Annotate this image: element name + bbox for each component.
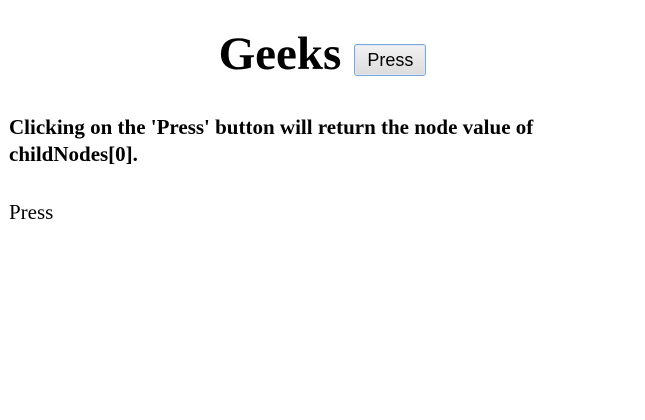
page-title: Geeks	[218, 28, 342, 80]
press-button[interactable]: Press	[354, 44, 427, 76]
output-text: Press	[9, 200, 54, 224]
instruction-text: Clicking on the 'Press' button will retu…	[9, 115, 534, 166]
header-row: Geeks Press	[0, 27, 645, 81]
page: Geeks Press Clicking on the 'Press' butt…	[0, 0, 645, 420]
